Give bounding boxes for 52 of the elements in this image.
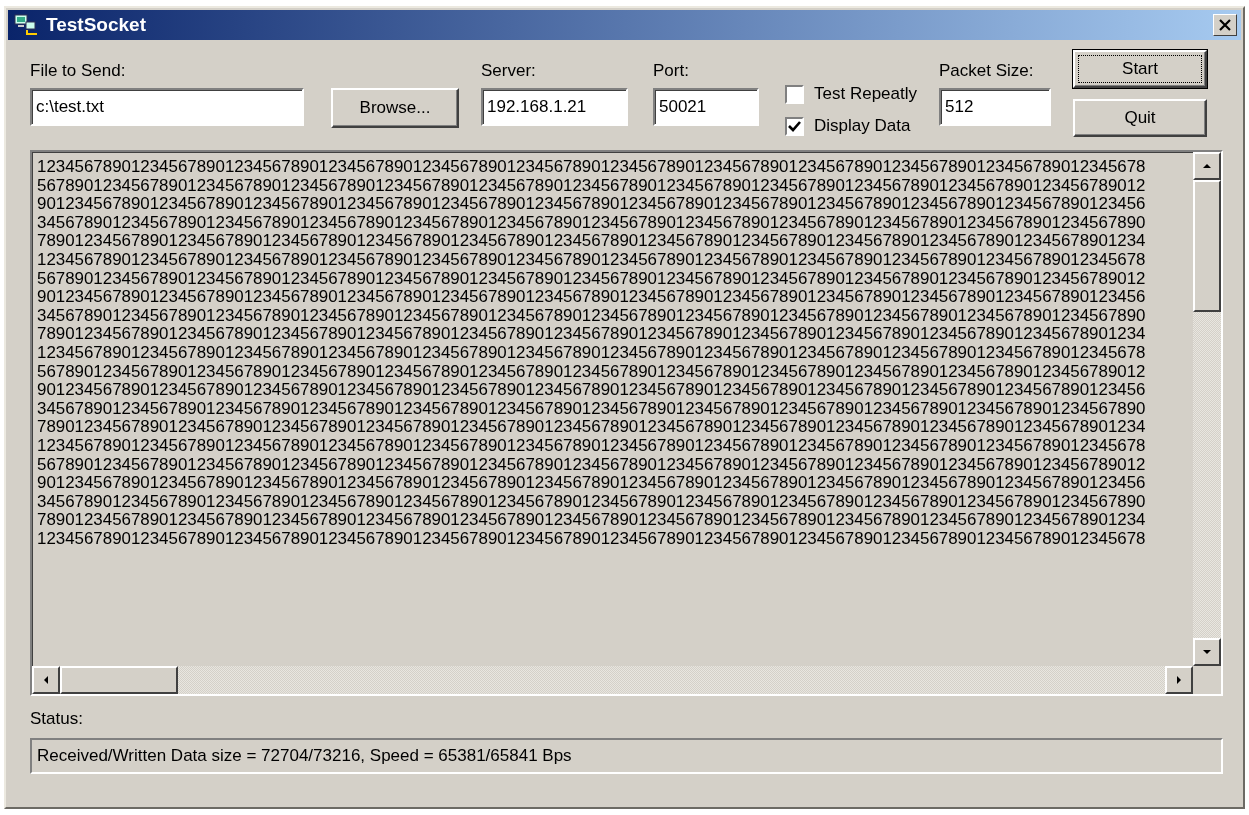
output-line: 1234567890123456789012345678901234567890123456789012345678901234567890123456789012345678901234567890123456789012345678 — [37, 343, 1147, 363]
start-button[interactable]: Start — [1073, 50, 1207, 88]
output-line: 7890123456789012345678901234567890123456789012345678901234567890123456789012345678901234567890123456789012345678901234 — [37, 325, 1147, 344]
field-label: File to Send: — [30, 60, 127, 82]
output-line: 9012345678901234567890123456789012345678901234567890123456789012345678901234567890123456789012345678901234567890123456 — [37, 288, 1147, 307]
close-button[interactable] — [1213, 14, 1237, 36]
output-line: 7890123456789012345678901234567890123456789012345678901234567890123456789012345678901234567890123456789012345678901234 — [37, 511, 1147, 530]
packet-size-field[interactable]: 512 — [939, 88, 1051, 126]
output-line: 9012345678901234567890123456789012345678901234567890123456789012345678901234567890123456789012345678901234567890123456 — [37, 195, 1147, 214]
status-label: Status: — [30, 708, 84, 730]
port-field[interactable]: 50021 — [653, 88, 759, 126]
checkmark-icon — [788, 120, 801, 132]
scroll-right-button[interactable] — [1165, 666, 1193, 694]
output-line: 5678901234567890123456789012345678901234567890123456789012345678901234567890123456789012345678901234567890123456789012 — [37, 176, 1147, 196]
output-line: 5678901234567890123456789012345678901234567890123456789012345678901234567890123456789012345678901234567890123456789012 — [37, 455, 1147, 475]
network-computers-icon — [14, 14, 40, 36]
output-line: 1234567890123456789012345678901234567890123456789012345678901234567890123456789012345678901234567890123456789012345678 — [37, 158, 1147, 177]
output-line: 1234567890123456789012345678901234567890123456789012345678901234567890123456789012345678901234567890123456789012345678 — [37, 250, 1147, 270]
vertical-scrollbar[interactable] — [1193, 152, 1221, 666]
field-label: Server: — [481, 60, 537, 82]
quit-button[interactable]: Quit — [1073, 99, 1207, 137]
window-title: TestSocket — [46, 14, 147, 36]
scroll-left-button[interactable] — [32, 666, 60, 694]
output-text-area[interactable] — [30, 150, 1223, 696]
scroll-thumb[interactable] — [60, 666, 178, 694]
output-line: 5678901234567890123456789012345678901234567890123456789012345678901234567890123456789012345678901234567890123456789012 — [37, 269, 1147, 289]
output-line: 7890123456789012345678901234567890123456789012345678901234567890123456789012345678901234567890123456789012345678901234 — [37, 418, 1147, 437]
scroll-thumb[interactable] — [1193, 180, 1221, 312]
field-label: Packet Size: — [939, 60, 1035, 82]
browse-button[interactable]: Browse... — [331, 88, 459, 128]
output-line: 1234567890123456789012345678901234567890123456789012345678901234567890123456789012345678901234567890123456789012345678 — [37, 436, 1147, 456]
checkbox[interactable] — [785, 84, 804, 104]
scroll-down-button[interactable] — [1193, 638, 1221, 666]
output-line: 9012345678901234567890123456789012345678901234567890123456789012345678901234567890123456789012345678901234567890123456 — [37, 474, 1147, 493]
output-line: 1234567890123456789012345678901234567890123456789012345678901234567890123456789012345678901234567890123456789012345678 — [37, 529, 1147, 549]
checkbox-label: Display Data — [814, 116, 911, 136]
status-field: Received/Written Data size = 72704/73216, Speed = 65381/65841 Bps — [30, 738, 1223, 774]
close-icon — [1218, 19, 1232, 31]
horizontal-scrollbar[interactable] — [32, 666, 1193, 694]
output-line: 3456789012345678901234567890123456789012345678901234567890123456789012345678901234567890123456789012345678901234567890 — [37, 399, 1147, 419]
output-line: 3456789012345678901234567890123456789012345678901234567890123456789012345678901234567890123456789012345678901234567890 — [37, 306, 1147, 326]
scroll-up-button[interactable] — [1193, 152, 1221, 180]
checkbox-label: Test Repeatly — [814, 84, 917, 104]
checkbox[interactable] — [785, 116, 804, 136]
output-line: 5678901234567890123456789012345678901234567890123456789012345678901234567890123456789012345678901234567890123456789012 — [37, 362, 1147, 382]
output-line: 3456789012345678901234567890123456789012345678901234567890123456789012345678901234567890123456789012345678901234567890 — [37, 492, 1147, 512]
output-line: 7890123456789012345678901234567890123456789012345678901234567890123456789012345678901234567890123456789012345678901234 — [37, 232, 1147, 251]
field-label: Port: — [653, 60, 690, 82]
server-field[interactable]: 192.168.1.21 — [481, 88, 628, 126]
file-path-field[interactable]: c:\test.txt — [30, 88, 304, 126]
output-line: 3456789012345678901234567890123456789012345678901234567890123456789012345678901234567890123456789012345678901234567890 — [37, 213, 1147, 233]
output-line: 9012345678901234567890123456789012345678901234567890123456789012345678901234567890123456789012345678901234567890123456 — [37, 381, 1147, 400]
